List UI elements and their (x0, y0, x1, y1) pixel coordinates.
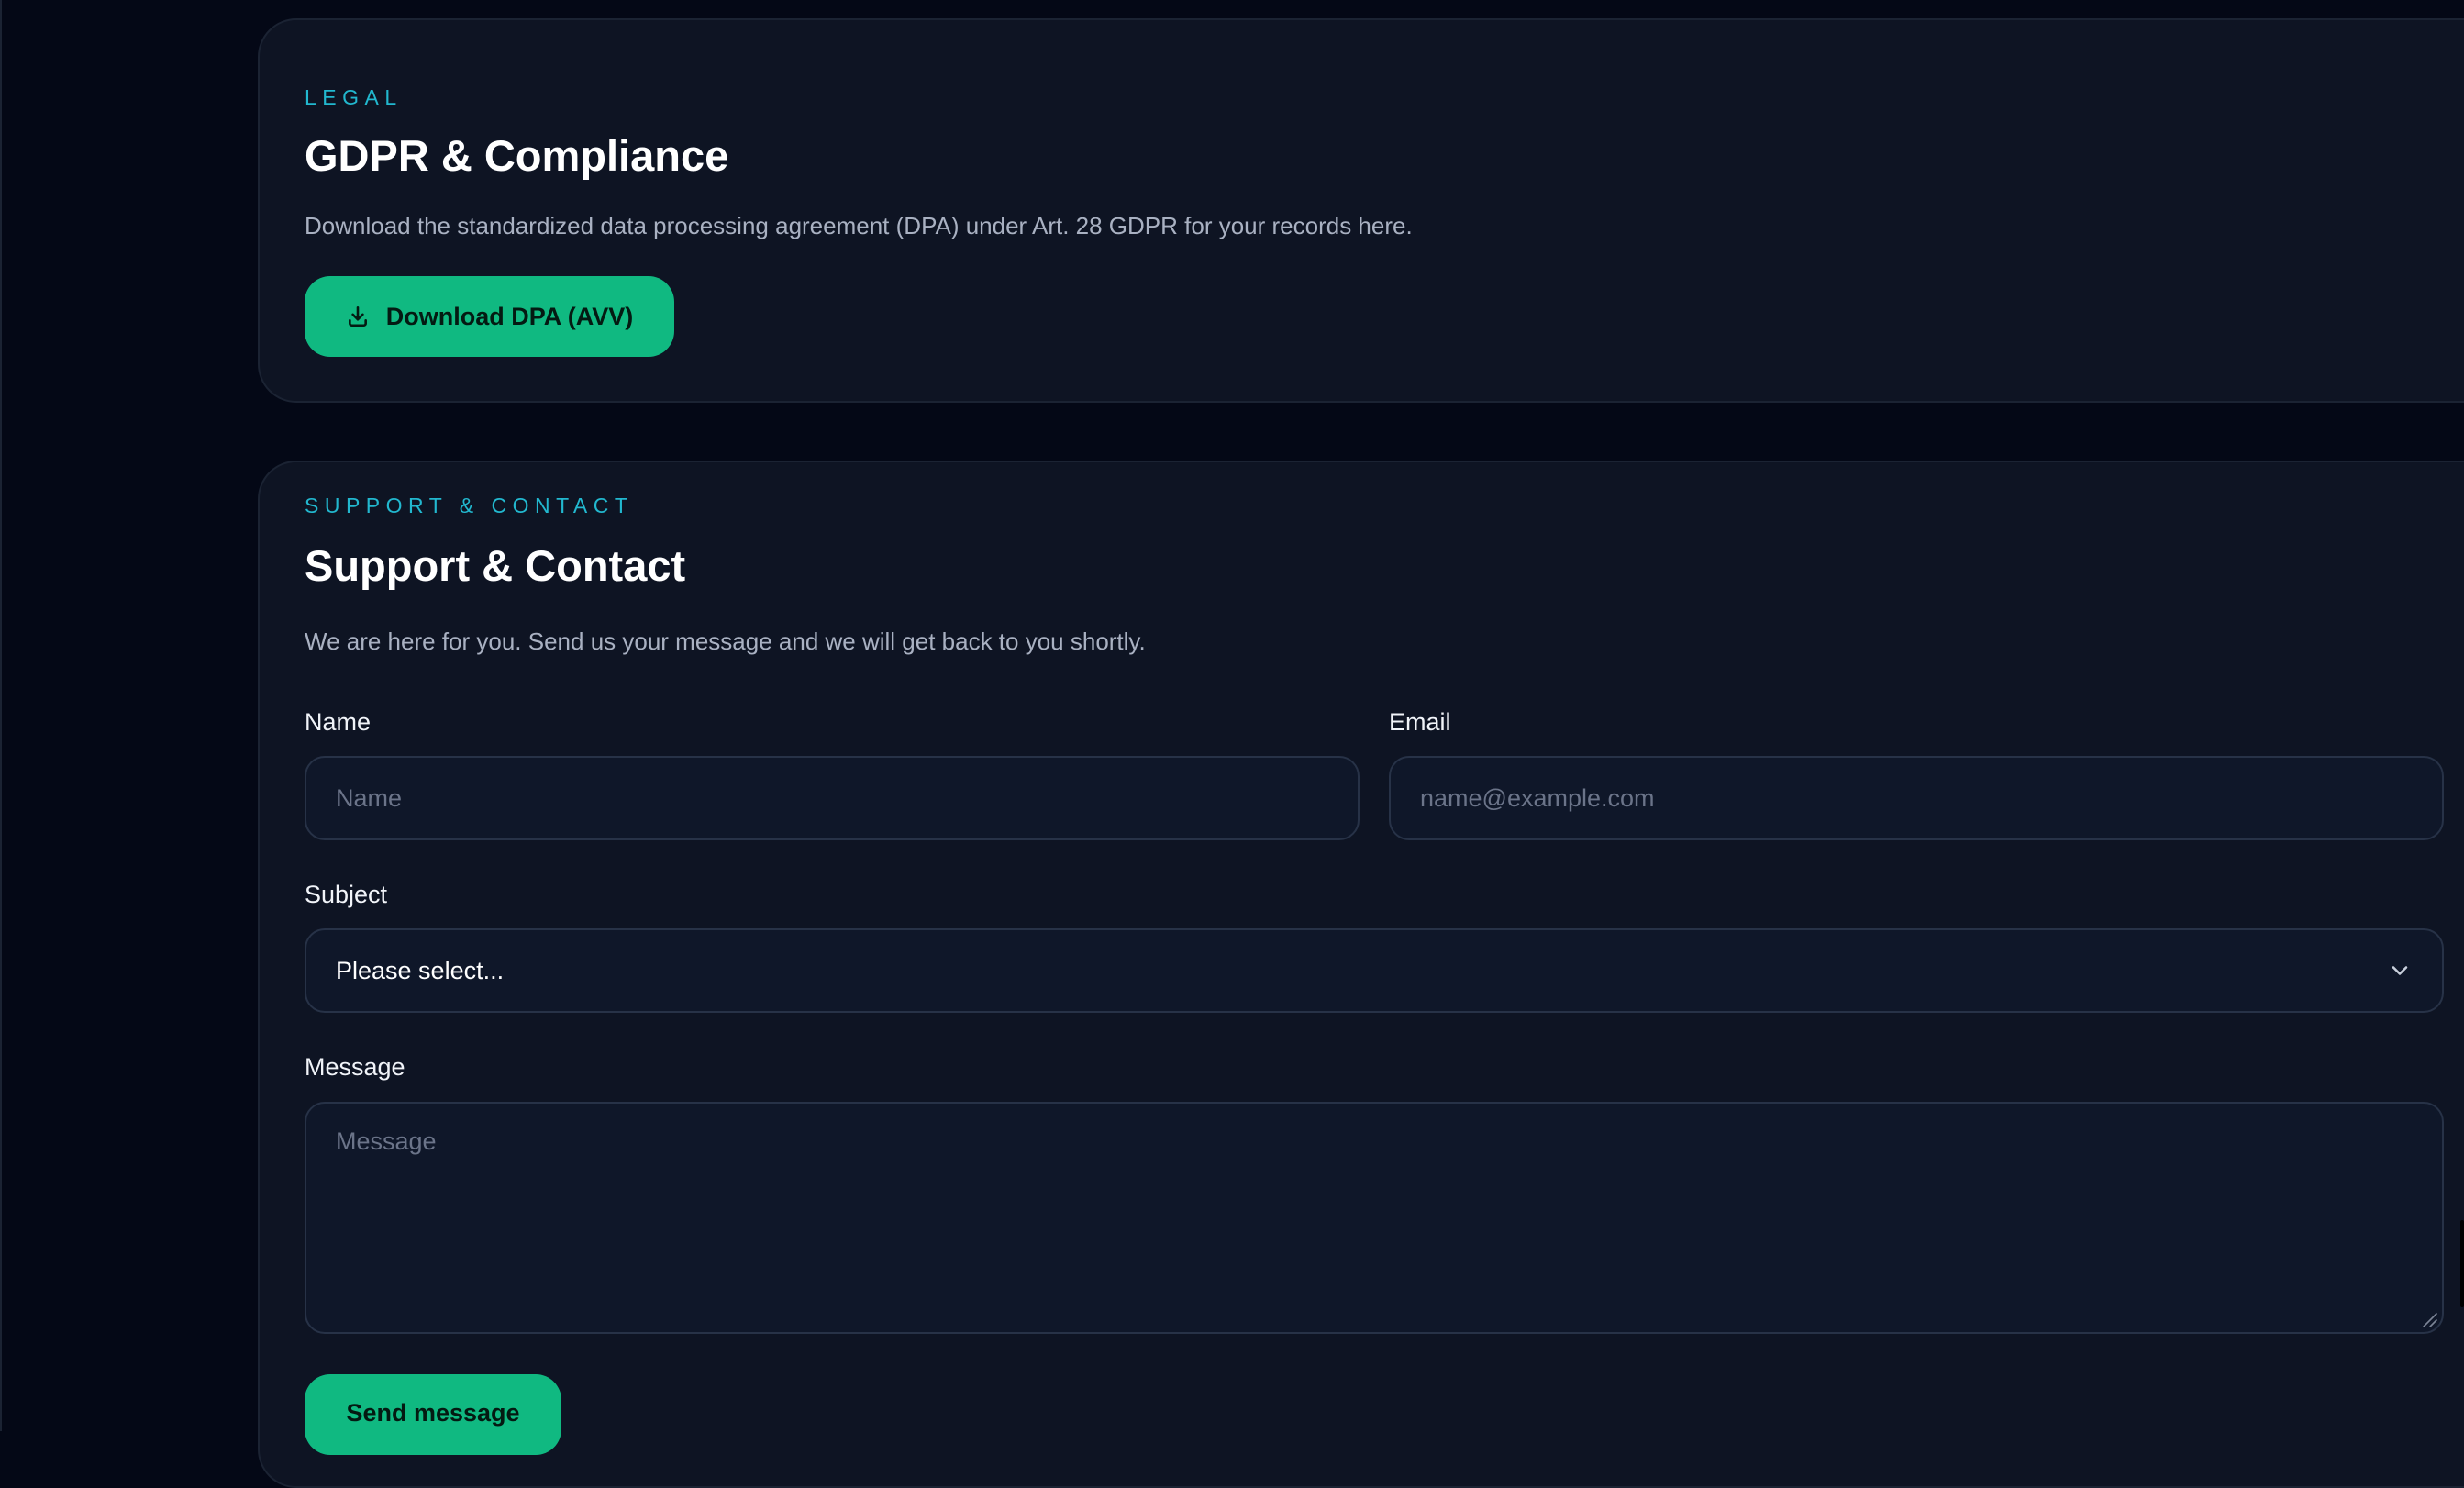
email-label: Email (1389, 708, 1451, 736)
gdpr-card: LEGAL GDPR & Compliance Download the sta… (258, 18, 2464, 403)
download-icon (346, 305, 370, 328)
support-title: Support & Contact (305, 541, 686, 590)
sidebar-edge (0, 0, 2, 1431)
chevron-down-icon (2387, 958, 2413, 983)
name-input[interactable] (305, 756, 1360, 840)
resize-handle-icon[interactable] (2416, 1306, 2438, 1328)
support-description: We are here for you. Send us your messag… (305, 627, 1146, 655)
name-label: Name (305, 708, 372, 736)
download-dpa-label: Download DPA (AVV) (385, 302, 634, 330)
email-input[interactable] (1389, 756, 2444, 840)
download-dpa-button[interactable]: Download DPA (AVV) (305, 276, 674, 357)
gdpr-eyebrow: LEGAL (305, 85, 403, 109)
subject-select[interactable]: Please select... (305, 928, 2444, 1013)
send-message-button[interactable]: Send message (305, 1374, 561, 1455)
support-eyebrow: SUPPORT & CONTACT (305, 494, 634, 517)
scrollbar-thumb[interactable] (2460, 1220, 2464, 1307)
message-label: Message (305, 1053, 405, 1081)
message-textarea[interactable] (305, 1102, 2444, 1334)
gdpr-title: GDPR & Compliance (305, 131, 729, 180)
subject-label: Subject (305, 881, 388, 908)
subject-selected-value: Please select... (336, 956, 505, 984)
gdpr-description: Download the standardized data processin… (305, 212, 1413, 239)
support-card: SUPPORT & CONTACT Support & Contact We a… (258, 461, 2464, 1488)
